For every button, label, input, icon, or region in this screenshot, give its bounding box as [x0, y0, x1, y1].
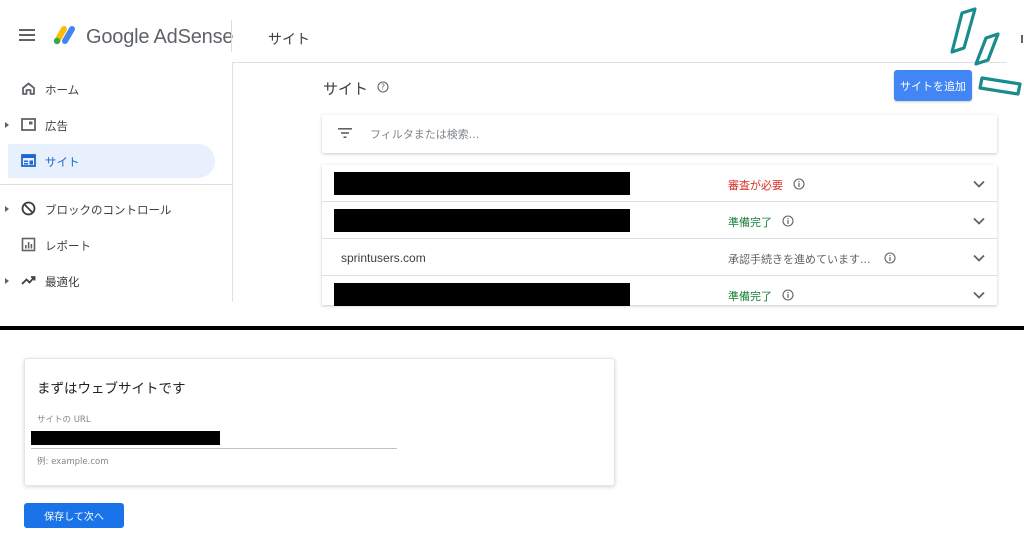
chevron-down-icon[interactable]: [973, 291, 985, 299]
sidebar-item-label: 最適化: [45, 275, 80, 289]
app-bar-title: サイト: [268, 32, 310, 48]
sidebar-item-label: サイト: [45, 155, 80, 169]
adsense-sites-screen: Google AdSense サイト ホーム 広告 サイト ブロックのコントロー…: [0, 0, 1024, 326]
save-and-next-button[interactable]: 保存して次へ: [24, 503, 124, 528]
info-icon[interactable]: [793, 178, 805, 190]
info-icon[interactable]: [782, 289, 794, 301]
site-row[interactable]: 準備完了: [322, 202, 997, 239]
adsense-logo: [53, 26, 75, 45]
form-title: まずはウェブサイトです: [37, 381, 186, 397]
svg-text:?: ?: [381, 83, 385, 92]
filter-icon: [338, 128, 352, 138]
sidebar: ホーム 広告 サイト ブロックのコントロール レポート 最適化: [0, 62, 233, 302]
redacted-site-name: [334, 209, 630, 232]
sidebar-item-label: ブロックのコントロール: [45, 203, 172, 217]
redacted-url-value: [31, 431, 220, 445]
page-title: サイト: [323, 80, 369, 98]
app-bar: Google AdSense サイト: [0, 0, 1024, 62]
site-row[interactable]: 準備完了: [322, 276, 997, 313]
site-row[interactable]: sprintusers.com 承認手続きを進めています...: [322, 239, 997, 276]
site-status: 承認手続きを進めています...: [728, 253, 871, 266]
sidebar-item-block-controls[interactable]: ブロックのコントロール: [5, 192, 215, 226]
site-status: 審査が必要: [728, 179, 783, 192]
site-list: 審査が必要 準備完了 sprintusers.com 承認手続きを進めています.…: [322, 165, 997, 306]
trending-up-icon: [21, 276, 36, 285]
sidebar-item-label: レポート: [45, 239, 91, 253]
chevron-down-icon[interactable]: [973, 254, 985, 262]
chevron-down-icon[interactable]: [973, 217, 985, 225]
block-icon: [21, 201, 36, 216]
sidebar-item-ads[interactable]: 広告: [5, 108, 215, 142]
menu-icon[interactable]: [19, 29, 35, 41]
expand-caret-icon[interactable]: [5, 206, 9, 212]
section-separator: [0, 326, 1024, 330]
sidebar-item-label: 広告: [45, 119, 68, 133]
filter-bar: [322, 115, 997, 153]
site-status: 準備完了: [728, 290, 772, 303]
content-top-divider: [232, 62, 1007, 63]
site-status: 準備完了: [728, 216, 772, 229]
sidebar-item-sites[interactable]: サイト: [8, 144, 215, 178]
site-url-hint: 例: example.com: [37, 457, 109, 467]
app-bar-divider: [231, 20, 232, 52]
sidebar-item-reports[interactable]: レポート: [8, 228, 215, 262]
sidebar-item-optimization[interactable]: 最適化: [5, 264, 215, 298]
sidebar-divider: [0, 184, 232, 185]
site-icon: [21, 154, 36, 167]
expand-caret-icon[interactable]: [5, 122, 9, 128]
redacted-site-name: [334, 283, 630, 306]
filter-search-input[interactable]: [370, 123, 970, 145]
emphasis-spark-marks: [950, 7, 1022, 96]
site-name: sprintusers.com: [341, 251, 426, 265]
home-icon: [22, 82, 35, 95]
expand-caret-icon[interactable]: [5, 278, 9, 284]
site-url-label: サイトの URL: [37, 415, 91, 425]
brand-name: Google AdSense: [86, 26, 234, 48]
redacted-site-name: [334, 172, 630, 195]
ad-unit-icon: [21, 118, 36, 131]
help-icon[interactable]: ?: [377, 81, 389, 93]
chevron-down-icon[interactable]: [973, 180, 985, 188]
info-icon[interactable]: [782, 215, 794, 227]
sidebar-item-home[interactable]: ホーム: [8, 72, 215, 106]
site-url-form-card: まずはウェブサイトです サイトの URL 例: example.com: [24, 358, 615, 486]
site-row[interactable]: 審査が必要: [322, 165, 997, 202]
info-icon[interactable]: [884, 252, 896, 264]
report-icon: [21, 237, 36, 252]
sidebar-item-label: ホーム: [45, 83, 80, 97]
